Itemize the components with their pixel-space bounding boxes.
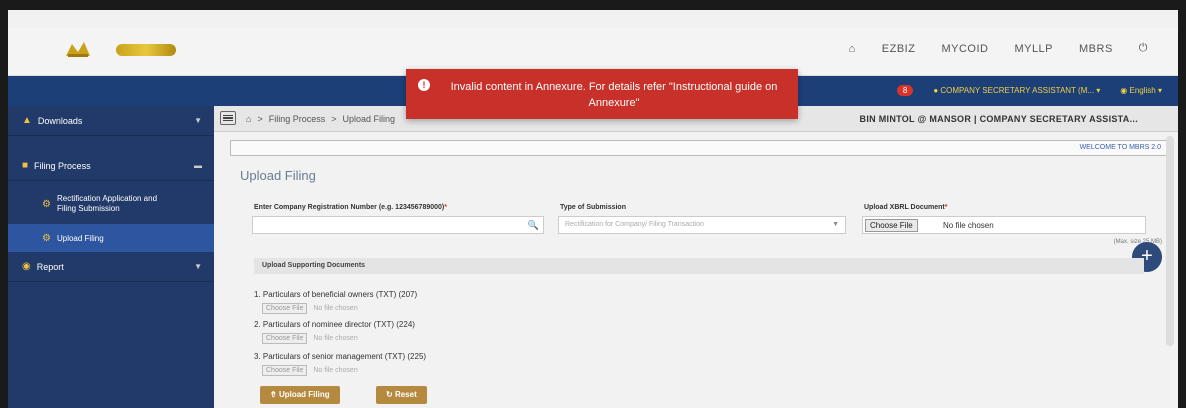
government-crest-logo [64, 40, 92, 58]
breadcrumb-upload-filing: Upload Filing [342, 114, 396, 124]
navbar-right: 8 ● COMPANY SECRETARY ASSISTANT (M... ▾ … [896, 85, 1162, 96]
xbrl-file-input[interactable]: Choose File No file chosen [862, 216, 1146, 234]
no-file-text: No file chosen [313, 367, 358, 374]
choose-file-button[interactable]: Choose File [865, 219, 918, 232]
no-file-text: No file chosen [313, 335, 358, 342]
choose-file-button[interactable]: Choose File [262, 365, 308, 376]
supporting-docs-header: Upload Supporting Documents [254, 258, 1144, 274]
role-dropdown[interactable]: ● COMPANY SECRETARY ASSISTANT (M... ▾ [933, 86, 1100, 95]
menu-toggle-icon[interactable] [220, 111, 236, 125]
scrollbar[interactable] [1166, 136, 1174, 346]
folder-icon: ■ [22, 160, 29, 171]
xbrl-label: Upload XBRL Document* [864, 204, 948, 211]
main-content: ⌂ > Filing Process > Upload Filing BIN M… [214, 106, 1178, 408]
no-file-text: No file chosen [313, 305, 358, 312]
gear-icon: ⚙ [42, 232, 51, 244]
search-icon[interactable]: 🔍 [528, 220, 539, 231]
power-icon[interactable]: ⏻ [1139, 42, 1148, 55]
sidebar-item-report[interactable]: ◉ Report ▼ [8, 252, 214, 282]
sidebar-item-rectification[interactable]: ⚙ Rectification Application and Filing S… [8, 186, 214, 222]
sidebar-item-upload-filing[interactable]: ⚙ Upload Filing [8, 224, 214, 252]
browser-screen: ⌂ EZBIZ MYCOID MYLLP MBRS ⏻ 8 ● COMPANY … [8, 10, 1178, 408]
alert-message: Invalid content in Annexure. For details… [450, 81, 778, 109]
error-alert: ! Invalid content in Annexure. For detai… [406, 69, 798, 119]
download-icon: ▲ [22, 115, 32, 126]
home-icon[interactable]: ⌂ [246, 114, 251, 124]
breadcrumb-filing-process[interactable]: Filing Process [269, 114, 326, 124]
breadcrumb: ⌂ > Filing Process > Upload Filing [246, 114, 396, 124]
upload-filing-button[interactable]: ⇮ Upload Filing [260, 386, 340, 404]
role-label: COMPANY SECRETARY ASSISTANT (M... [940, 86, 1095, 95]
gear-icon: ⚙ [42, 198, 51, 210]
sidebar-item-filing-process[interactable]: ■ Filing Process ▬ [8, 151, 214, 181]
sidebar-item-label: Filing Process [34, 160, 91, 171]
reg-number-input[interactable]: 🔍 [252, 216, 544, 234]
welcome-bar: WELCOME TO MBRS 2.0 [230, 140, 1170, 156]
doc-file-beneficial-owners[interactable]: Choose File No file chosen [262, 303, 358, 314]
chevron-up-icon: ▬ [194, 161, 202, 170]
language-label: English [1129, 86, 1156, 95]
welcome-text: WELCOME TO MBRS 2.0 [1079, 144, 1161, 151]
submission-type-value: Rectification for Company/ Filing Transa… [565, 221, 704, 228]
refresh-icon: ↻ [386, 390, 395, 399]
chevron-down-icon: ▼ [832, 221, 839, 228]
nav-myllp[interactable]: MYLLP [1014, 43, 1053, 55]
doc-label-senior-management: 3. Particulars of senior management (TXT… [254, 352, 427, 361]
alert-icon: ! [418, 79, 430, 91]
nav-mbrs[interactable]: MBRS [1079, 43, 1113, 55]
doc-file-nominee-director[interactable]: Choose File No file chosen [262, 333, 358, 344]
submission-type-select[interactable]: Rectification for Company/ Filing Transa… [558, 216, 846, 234]
choose-file-button[interactable]: Choose File [262, 303, 308, 314]
globe-icon: ◉ [1120, 86, 1130, 95]
chevron-down-icon: ▼ [194, 116, 202, 125]
doc-label-beneficial-owners: 1. Particulars of beneficial owners (TXT… [254, 290, 418, 299]
ssm-logo [116, 44, 176, 56]
home-icon[interactable]: ⌂ [849, 43, 856, 55]
doc-file-senior-management[interactable]: Choose File No file chosen [262, 365, 358, 376]
notification-badge[interactable]: 8 [896, 85, 914, 96]
choose-file-button[interactable]: Choose File [262, 333, 308, 344]
page-title: Upload Filing [240, 168, 316, 183]
user-info: BIN MINTOL @ MANSOR | COMPANY SECRETARY … [859, 114, 1138, 124]
submission-type-label: Type of Submission [560, 204, 626, 211]
reg-number-label: Enter Company Registration Number (e.g. … [254, 204, 447, 211]
sidebar-item-label: Upload Filing [56, 233, 104, 243]
upload-icon: ⇮ [270, 390, 279, 399]
chevron-down-icon: ▼ [194, 262, 202, 271]
nav-ezbiz[interactable]: EZBIZ [882, 43, 916, 55]
sidebar-item-label: Rectification Application and Filing Sub… [56, 194, 158, 213]
language-dropdown[interactable]: ◉ English ▾ [1120, 86, 1162, 95]
nav-mycoid[interactable]: MYCOID [941, 43, 988, 55]
chart-icon: ◉ [22, 261, 31, 272]
sidebar-item-label: Report [36, 261, 64, 272]
no-file-text: No file chosen [943, 221, 994, 230]
sidebar-item-label: Downloads [37, 115, 83, 126]
reset-button[interactable]: ↻ Reset [376, 386, 427, 404]
doc-label-nominee-director: 2. Particulars of nominee director (TXT)… [254, 320, 415, 329]
sidebar-item-downloads[interactable]: ▲ Downloads ▼ [8, 106, 214, 136]
top-nav: ⌂ EZBIZ MYCOID MYLLP MBRS ⏻ [849, 42, 1148, 55]
sidebar: ▲ Downloads ▼ ■ Filing Process ▬ ⚙ Recti… [8, 106, 214, 408]
